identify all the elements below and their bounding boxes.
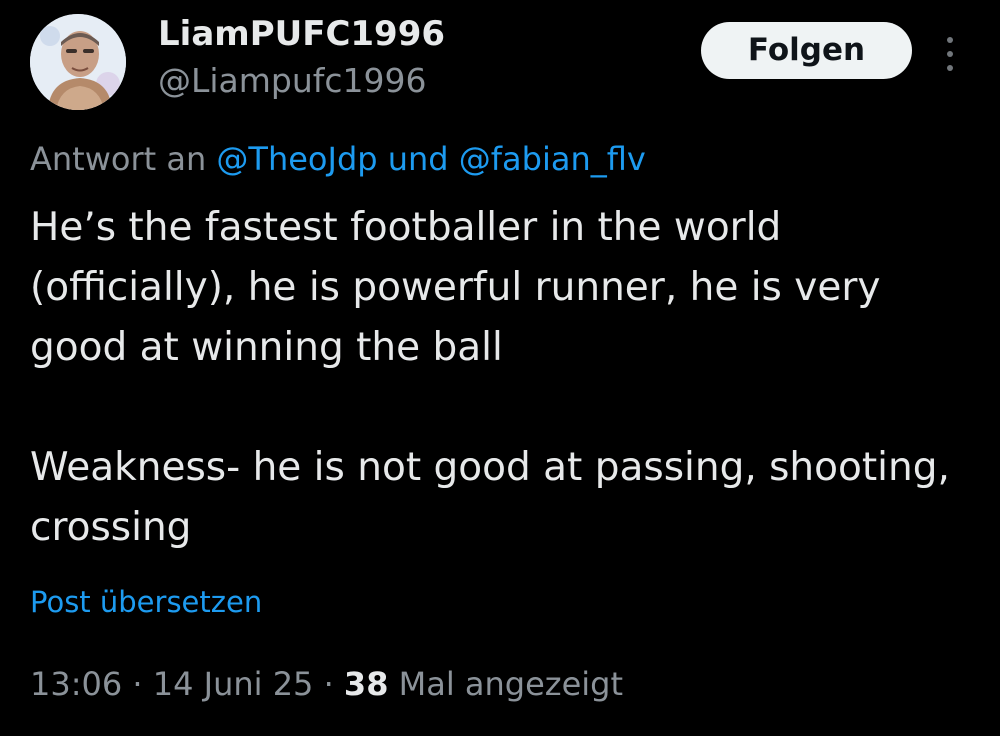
follow-button[interactable]: Folgen [701, 22, 912, 79]
avatar[interactable] [30, 14, 126, 110]
tweet-header: LiamPUFC1996 @Liampufc1996 Folgen [30, 14, 970, 114]
reply-prefix: Antwort an [30, 140, 207, 178]
more-vertical-icon[interactable] [936, 34, 964, 74]
meta-separator: · [323, 665, 334, 703]
tweet-paragraph: Weakness- he is not good at passing, sho… [30, 445, 950, 550]
meta-separator: · [132, 665, 143, 703]
author-handle[interactable]: @Liampufc1996 [158, 61, 445, 101]
post-time[interactable]: 13:06 [30, 665, 122, 703]
tweet-text: He’s the fastest footballer in the world… [30, 198, 970, 558]
author-display-name[interactable]: LiamPUFC1996 [158, 14, 445, 54]
tweet-meta: 13:06 · 14 Juni 25 · 38 Mal angezeigt [30, 662, 623, 706]
mention-link-1[interactable]: @TheoJdp [216, 140, 377, 178]
tweet-card: LiamPUFC1996 @Liampufc1996 Folgen Antwor… [0, 0, 1000, 736]
translate-post-link[interactable]: Post übersetzen [30, 582, 262, 622]
tweet-paragraph: He’s the fastest footballer in the world… [30, 205, 881, 370]
post-date[interactable]: 14 Juni 25 [153, 665, 314, 703]
views-count: 38 [343, 665, 389, 703]
author-names: LiamPUFC1996 @Liampufc1996 [158, 14, 445, 101]
reply-context: Antwort an @TheoJdp und @fabian_flv [30, 139, 646, 179]
views-label: Mal angezeigt [398, 665, 624, 703]
avatar-image [30, 14, 126, 110]
mention-link-2[interactable]: @fabian_flv [459, 140, 646, 178]
reply-conjunction: und [387, 140, 449, 178]
